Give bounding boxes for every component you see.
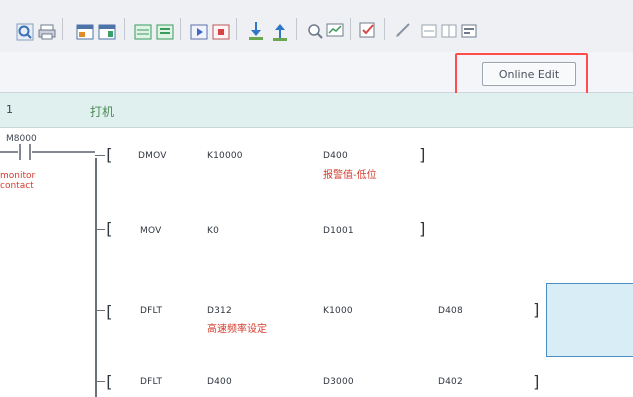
separator bbox=[350, 18, 351, 40]
selected-cell[interactable] bbox=[546, 283, 633, 357]
instr-op: DFLT bbox=[140, 377, 163, 387]
options-icon[interactable] bbox=[460, 22, 478, 40]
separator bbox=[180, 18, 181, 40]
instr-arg2: D1001 bbox=[323, 226, 354, 236]
instr-arg2: D400 bbox=[323, 151, 348, 161]
separator bbox=[384, 18, 385, 40]
rung-comment: 打机 bbox=[90, 105, 115, 119]
upload-icon[interactable] bbox=[270, 20, 290, 42]
instr-arg1: D312 bbox=[207, 306, 232, 316]
run-icon[interactable] bbox=[190, 23, 208, 41]
instr-arg1: K0 bbox=[207, 226, 220, 236]
instr-close-bracket: ] bbox=[532, 372, 542, 391]
separator bbox=[236, 18, 237, 40]
instr-close-bracket: ] bbox=[418, 145, 428, 164]
instr-arg3: D402 bbox=[438, 377, 463, 387]
instr-open-bracket: [ bbox=[104, 302, 114, 321]
download-icon[interactable] bbox=[246, 20, 266, 42]
ladder-left-rail bbox=[95, 158, 97, 397]
main-toolbar bbox=[0, 0, 633, 53]
print-icon[interactable] bbox=[38, 23, 56, 41]
stop-icon[interactable] bbox=[212, 23, 230, 41]
instr-arg1: D400 bbox=[207, 377, 232, 387]
online-edit-highlight bbox=[455, 53, 588, 97]
zoom-icon[interactable] bbox=[16, 23, 34, 41]
check-icon[interactable] bbox=[358, 20, 378, 40]
contact-symbol[interactable] bbox=[0, 142, 100, 164]
grid-small-icon[interactable] bbox=[440, 22, 458, 40]
instr-op: DFLT bbox=[140, 306, 163, 316]
instr-arg1: K10000 bbox=[207, 151, 243, 161]
instr-comment: 报警值-低位 bbox=[323, 170, 377, 181]
monitor-icon[interactable] bbox=[326, 22, 344, 40]
pencil-icon[interactable] bbox=[394, 21, 412, 39]
instr-arg2: K1000 bbox=[323, 306, 353, 316]
instr-op: MOV bbox=[140, 226, 162, 236]
panel-icon[interactable] bbox=[98, 23, 116, 41]
green-list-icon[interactable] bbox=[156, 23, 174, 41]
instr-arg2: D3000 bbox=[323, 377, 354, 387]
contact-comment: monitor contact bbox=[0, 171, 60, 191]
instr-arg3: D408 bbox=[438, 306, 463, 316]
contact-comment-line1: monitor bbox=[0, 171, 36, 181]
separator bbox=[62, 18, 63, 40]
contact-comment-line2: contact bbox=[0, 181, 34, 191]
instr-open-bracket: [ bbox=[104, 145, 114, 164]
window-icon[interactable] bbox=[76, 23, 94, 41]
separator bbox=[296, 18, 297, 40]
instr-close-bracket: ] bbox=[418, 219, 428, 238]
instr-op: DMOV bbox=[138, 151, 167, 161]
green-grid-icon[interactable] bbox=[134, 23, 152, 41]
toolbar-small-icon[interactable] bbox=[420, 22, 438, 40]
rung-number: 1 bbox=[6, 103, 13, 116]
instr-close-bracket: ] bbox=[532, 300, 542, 319]
ladder-editor-window: Online Edit 1 打机 M8000 monitor contact [… bbox=[0, 0, 633, 397]
instr-open-bracket: [ bbox=[104, 219, 114, 238]
instr-open-bracket: [ bbox=[104, 372, 114, 391]
instr-comment: 高速频率设定 bbox=[207, 324, 267, 335]
device-search-icon[interactable] bbox=[306, 22, 324, 40]
separator bbox=[124, 18, 125, 40]
